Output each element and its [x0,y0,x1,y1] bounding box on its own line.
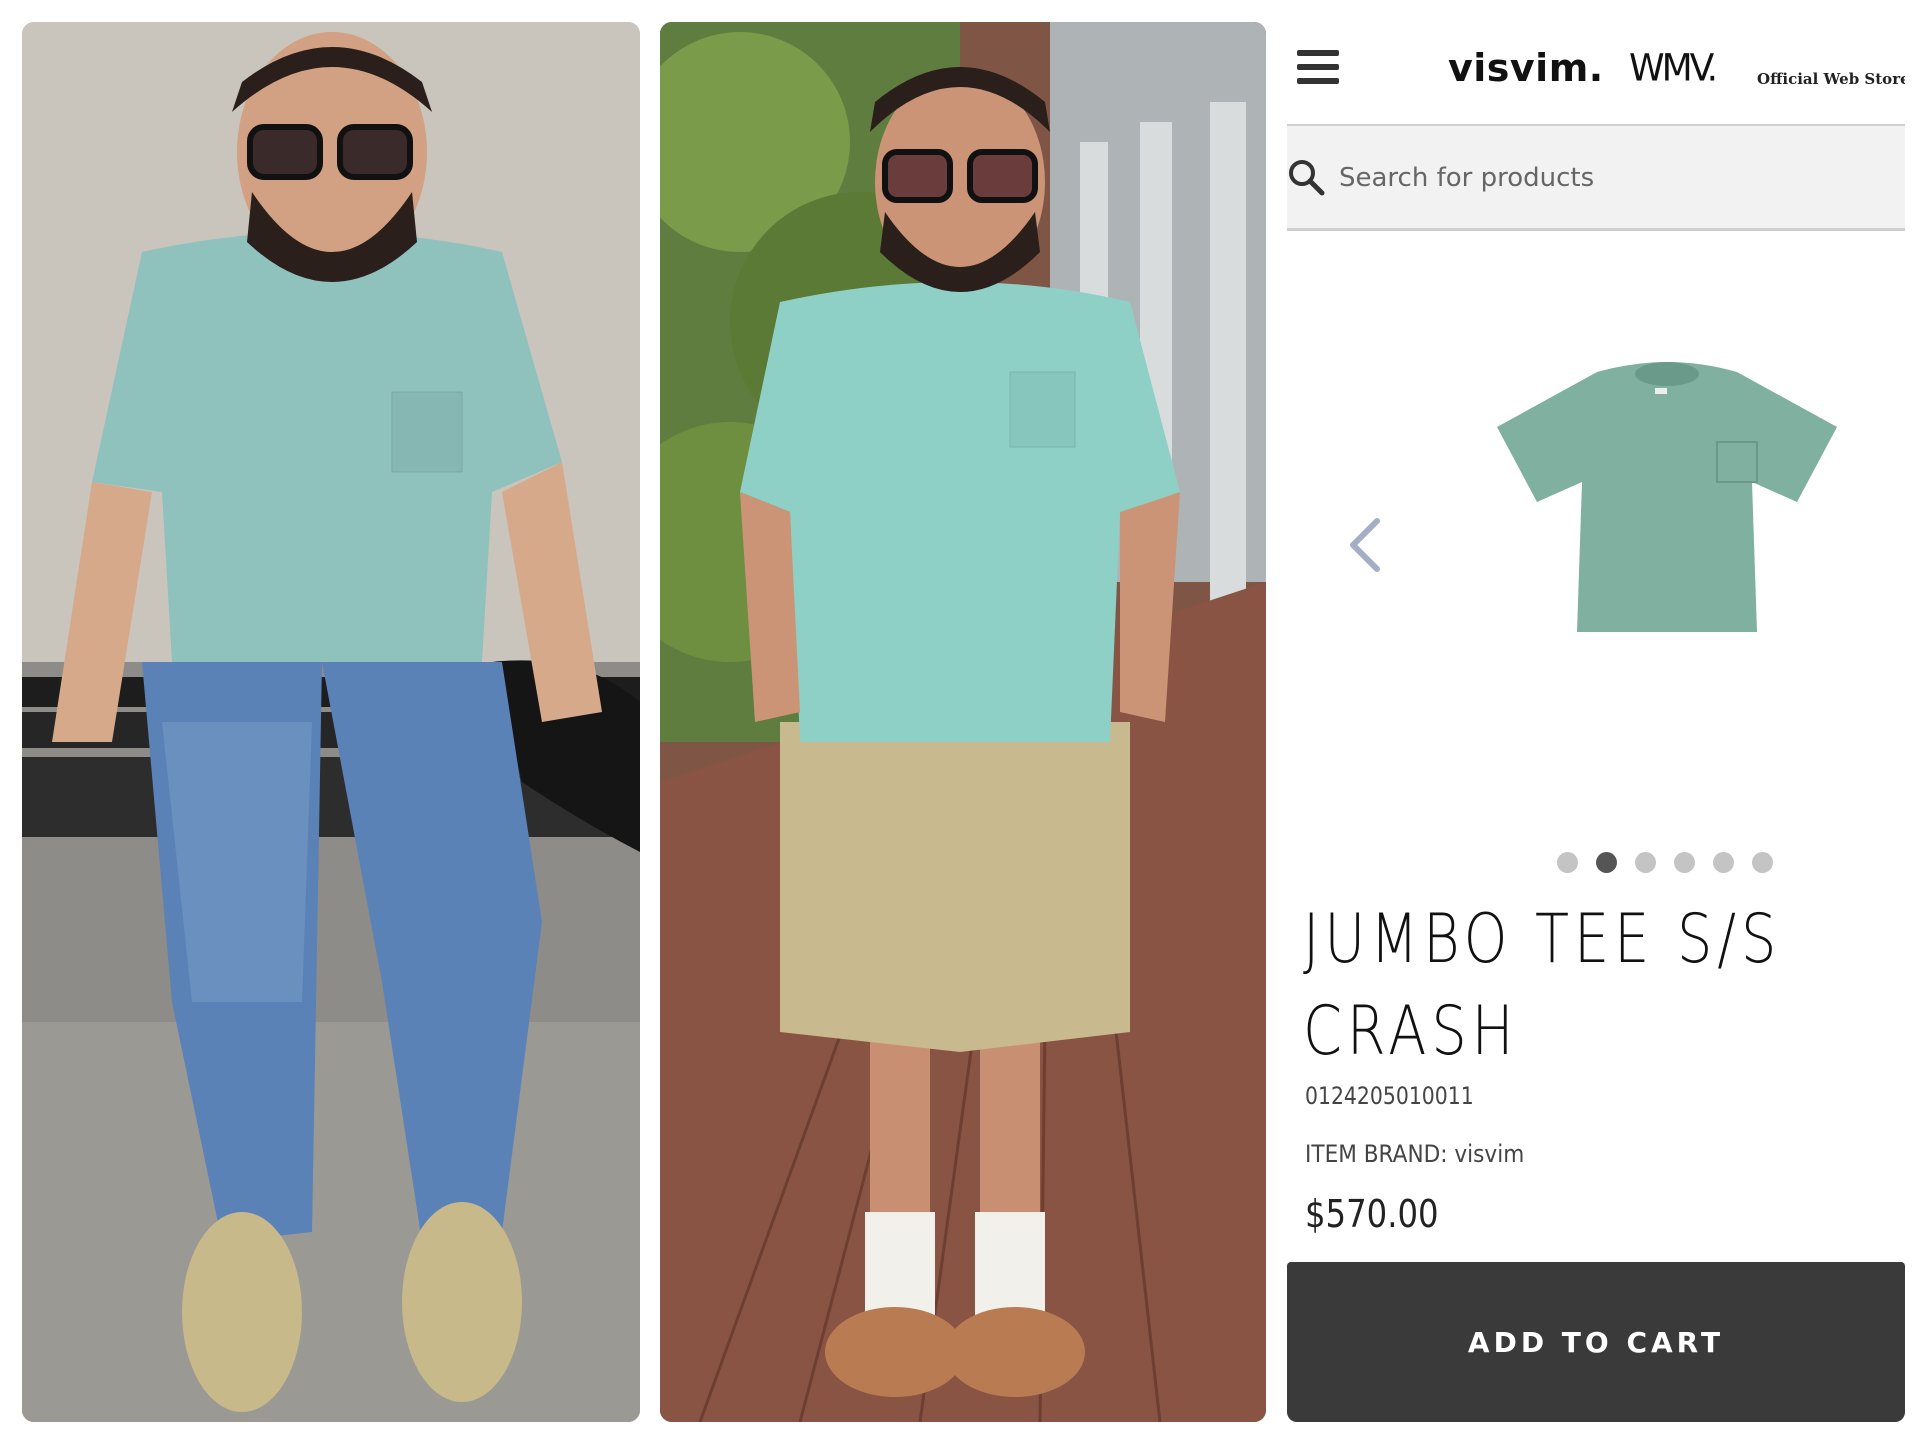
product-image-carousel [1287,232,1905,874]
store-header: visvim. WMV. Official Web Store [1287,22,1905,126]
carousel-dot[interactable] [1635,852,1656,873]
product-title: JUMBO TEE S/S CRASH [1303,894,1787,1078]
wmv-logo[interactable]: WMV. [1629,47,1718,90]
chevron-left-icon[interactable] [1345,515,1385,575]
product-sku: 0124205010011 [1305,1082,1474,1110]
carousel-dot-active[interactable] [1596,852,1617,873]
add-to-cart-button[interactable]: ADD TO CART [1287,1262,1905,1422]
carousel-dot[interactable] [1713,852,1734,873]
outfit-photo-seated [22,22,640,1422]
add-to-cart-label: ADD TO CART [1467,1326,1725,1359]
hamburger-menu-icon[interactable] [1297,50,1339,90]
product-image[interactable] [1487,352,1847,642]
search-icon[interactable] [1287,158,1327,198]
carousel-dot[interactable] [1557,852,1578,873]
search-bar [1287,126,1905,231]
product-price: $570.00 [1305,1192,1439,1236]
carousel-dot[interactable] [1674,852,1695,873]
store-label: Official Web Store [1757,70,1905,88]
carousel-pagination [1557,852,1773,874]
product-title-line1: JUMBO TEE S/S [1303,900,1782,979]
carousel-dot[interactable] [1752,852,1773,873]
product-brand: ITEM BRAND: visvim [1305,1140,1525,1168]
search-input[interactable] [1337,150,1881,206]
product-page: visvim. WMV. Official Web Store Search f… [1287,22,1905,1422]
outfit-photo-standing [660,22,1266,1422]
product-title-line2: CRASH [1303,992,1519,1071]
visvim-logo[interactable]: visvim. [1448,46,1604,90]
